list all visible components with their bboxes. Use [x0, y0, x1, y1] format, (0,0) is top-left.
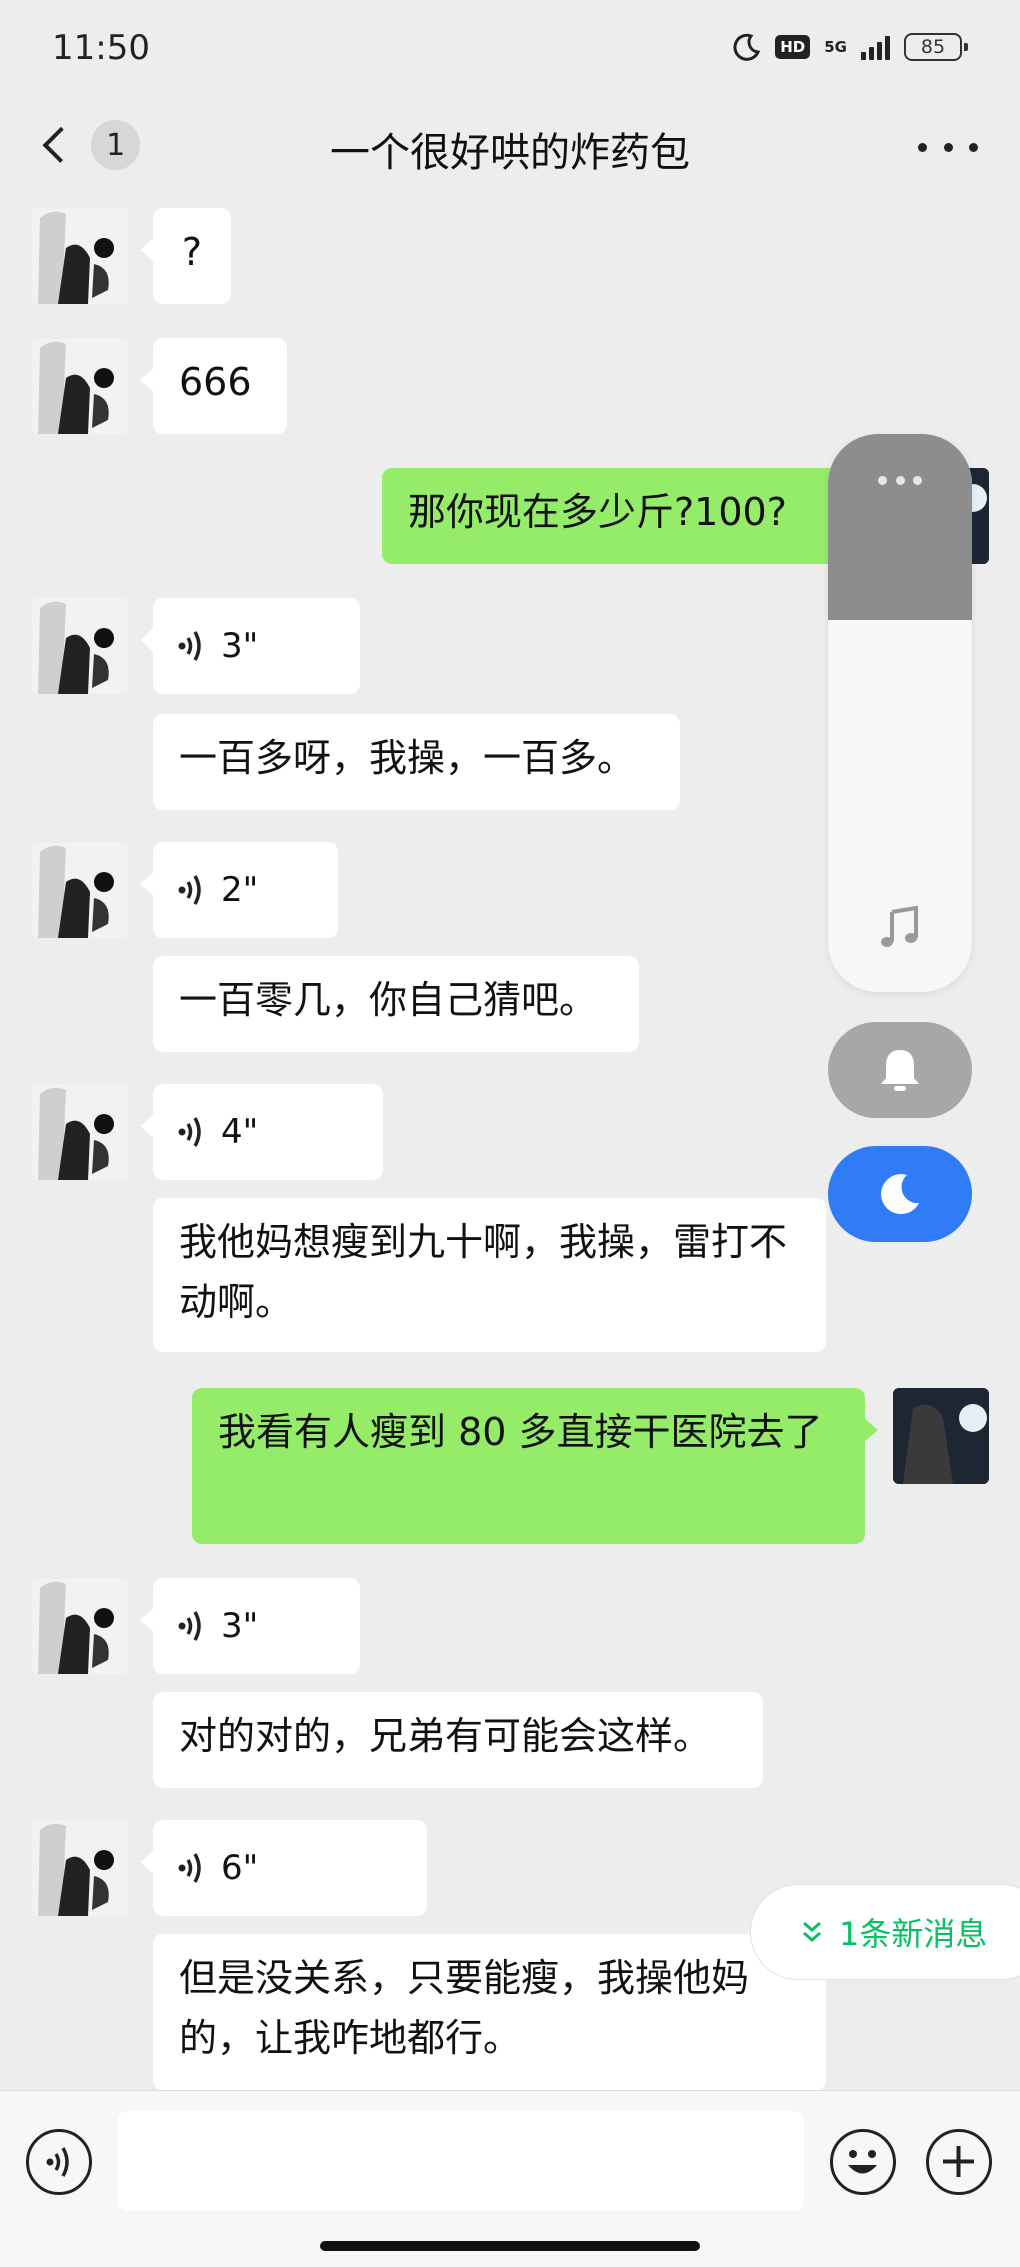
panel-more-icon[interactable]	[878, 476, 922, 485]
voice-transcript[interactable]: 对的对的，兄弟有可能会这样。	[153, 1692, 763, 1788]
nav-bar: 一个很好哄的炸药包 1	[0, 100, 1020, 204]
message-text: 666	[179, 360, 252, 404]
more-icon	[918, 142, 927, 152]
voice-icon	[46, 2147, 69, 2177]
transcript-text: 但是没关系，只要能瘦，我操他妈的，让我咋地都行。	[179, 1956, 750, 2060]
voice-input-button[interactable]	[26, 2129, 92, 2195]
back-button[interactable]: 1	[30, 114, 140, 176]
moon-icon	[881, 1174, 919, 1215]
transcript-text: 对的对的，兄弟有可能会这样。	[179, 1714, 712, 1758]
moon-status-icon	[733, 33, 761, 61]
more-button[interactable]	[918, 122, 978, 172]
volume-slider[interactable]	[828, 434, 972, 992]
voice-duration: 3"	[221, 1606, 259, 1646]
double-chevron-down-icon	[803, 1921, 821, 1942]
music-icon	[881, 905, 918, 947]
voice-icon	[178, 1611, 201, 1641]
voice-duration: 3"	[221, 626, 259, 666]
message-input[interactable]	[118, 2111, 804, 2211]
voice-icon	[178, 875, 201, 905]
avatar[interactable]	[32, 1084, 128, 1180]
avatar[interactable]	[32, 1578, 128, 1674]
voice-transcript[interactable]: 一百多呀，我操，一百多。	[153, 714, 680, 810]
message-bubble[interactable]: ?	[140, 208, 231, 304]
emoji-icon	[848, 2150, 877, 2174]
transcript-text: 我他妈想瘦到九十啊，我操，雷打不动啊。	[179, 1220, 788, 1324]
message-bubble-outgoing[interactable]: 那你现在多少斤?100?	[382, 468, 872, 564]
message-text: 我看有人瘦到 80 多直接干医院去了	[218, 1410, 823, 1454]
transcript-text: 一百零几，你自己猜吧。	[179, 978, 598, 1022]
battery-level: 85	[920, 36, 946, 58]
more-actions-button[interactable]	[926, 2129, 992, 2195]
voice-icon	[178, 1117, 201, 1147]
message-bubble-outgoing[interactable]: 我看有人瘦到 80 多直接干医院去了	[192, 1388, 878, 1544]
voice-duration: 4"	[221, 1112, 259, 1152]
message-text: 那你现在多少斤?100?	[408, 490, 787, 534]
voice-duration: 6"	[221, 1848, 259, 1888]
avatar[interactable]	[32, 338, 128, 434]
panel-more-icon-dot	[913, 476, 922, 485]
back-chevron-icon	[42, 126, 79, 164]
unread-count-badge: 1	[91, 120, 140, 170]
volume-level	[828, 434, 972, 620]
avatar[interactable]	[32, 208, 128, 304]
panel-more-icon-dot	[878, 476, 887, 485]
message-text: ?	[181, 230, 203, 274]
more-icon-dot	[943, 142, 953, 152]
voice-duration: 2"	[221, 870, 259, 910]
voice-transcript[interactable]: 我他妈想瘦到九十啊，我操，雷打不动啊。	[153, 1198, 826, 1352]
input-bar	[0, 2090, 1020, 2267]
new-messages-label: 1条新消息	[839, 1915, 988, 1953]
status-bar: 11:50 HD 5G 85	[0, 0, 1020, 100]
voice-transcript[interactable]: 一百零几，你自己猜吧。	[153, 956, 639, 1052]
hd-badge: HD	[775, 35, 811, 59]
do-not-disturb-button[interactable]	[828, 1146, 972, 1242]
voice-message[interactable]: 6"	[140, 1820, 427, 1916]
bell-icon	[881, 1050, 919, 1091]
message-bubble[interactable]: 666	[140, 338, 287, 434]
ring-mode-button[interactable]	[828, 1022, 972, 1118]
status-icons: HD 5G 85	[731, 32, 968, 62]
voice-message[interactable]: 3"	[140, 598, 360, 694]
more-icon-dot	[969, 142, 978, 152]
new-messages-button[interactable]: 1条新消息	[750, 1884, 1020, 1980]
voice-message[interactable]: 3"	[140, 1578, 360, 1674]
status-time: 11:50	[52, 28, 150, 68]
transcript-text: 一百多呀，我操，一百多。	[179, 736, 636, 780]
page-title: 一个很好哄的炸药包	[330, 130, 690, 176]
network-type: 5G	[824, 37, 847, 56]
voice-icon	[178, 631, 201, 661]
my-avatar[interactable]	[893, 1388, 989, 1484]
home-indicator[interactable]	[320, 2241, 700, 2251]
battery-icon: 85	[904, 33, 968, 61]
avatar[interactable]	[32, 842, 128, 938]
voice-message[interactable]: 2"	[140, 842, 338, 938]
voice-message[interactable]: 4"	[140, 1084, 383, 1180]
avatar[interactable]	[32, 598, 128, 694]
panel-more-icon-dot	[895, 476, 905, 485]
emoji-button[interactable]	[830, 2129, 896, 2195]
voice-icon	[178, 1853, 201, 1883]
plus-icon	[943, 2146, 974, 2177]
signal-icon	[861, 34, 890, 60]
avatar[interactable]	[32, 1820, 128, 1916]
voice-transcript[interactable]: 但是没关系，只要能瘦，我操他妈的，让我咋地都行。	[153, 1934, 826, 2090]
